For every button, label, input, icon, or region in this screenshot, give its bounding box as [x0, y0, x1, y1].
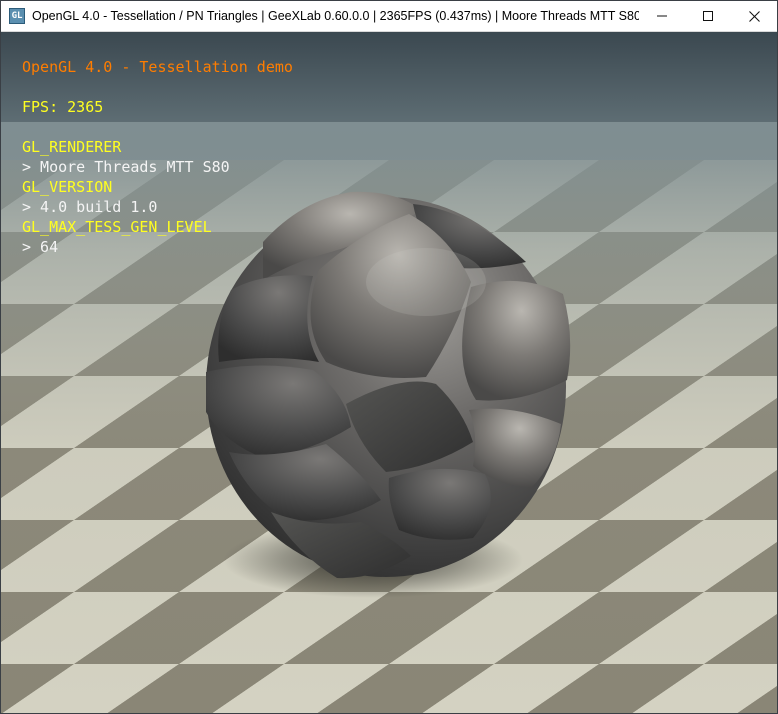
app-icon: GL [9, 8, 25, 24]
gl-renderer-value: > Moore Threads MTT S80 [22, 158, 230, 176]
minimize-icon [657, 15, 667, 17]
minimize-button[interactable] [639, 1, 685, 32]
fps-counter: FPS: 2365 [22, 98, 104, 116]
app-window: GL OpenGL 4.0 - Tessellation / PN Triang… [0, 0, 778, 714]
close-button[interactable] [731, 1, 777, 32]
title-bar[interactable]: GL OpenGL 4.0 - Tessellation / PN Triang… [1, 1, 777, 32]
close-icon [748, 10, 760, 22]
render-viewport[interactable]: OpenGL 4.0 - Tessellation demo FPS: 2365… [1, 32, 777, 713]
info-overlay: OpenGL 4.0 - Tessellation demo FPS: 2365… [22, 57, 293, 257]
gl-version-label: GL_VERSION [22, 178, 113, 196]
gl-max-tess-label: GL_MAX_TESS_GEN_LEVEL [22, 218, 212, 236]
gl-max-tess-value: > 64 [22, 238, 59, 256]
gl-version-value: > 4.0 build 1.0 [22, 198, 158, 216]
maximize-button[interactable] [685, 1, 731, 32]
gl-renderer-label: GL_RENDERER [22, 138, 122, 156]
window-title: OpenGL 4.0 - Tessellation / PN Triangles… [32, 9, 639, 23]
maximize-icon [703, 11, 713, 21]
demo-title: OpenGL 4.0 - Tessellation demo [22, 58, 293, 76]
